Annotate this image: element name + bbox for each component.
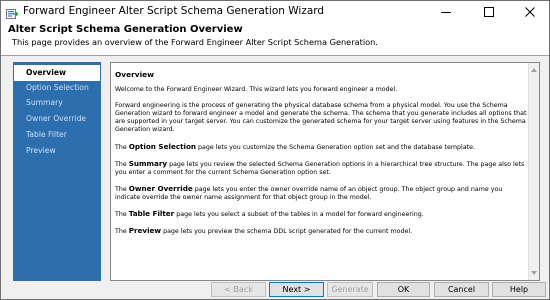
nav-item-option-selection[interactable]: Option Selection (14, 81, 100, 95)
close-button[interactable] (515, 1, 545, 23)
wizard-nav-sidebar: Overview Option Selection Summary Owner … (13, 62, 101, 281)
nav-item-overview[interactable]: Overview (14, 65, 100, 81)
nav-item-table-filter[interactable]: Table Filter (14, 128, 100, 142)
nav-item-summary[interactable]: Summary (14, 96, 100, 110)
maximize-icon (484, 7, 494, 17)
option-selection-paragraph: The Option Selection page lets you custo… (115, 141, 475, 151)
overview-text: Overview Welcome to the Forward Engineer… (115, 70, 529, 244)
minimize-button[interactable] (431, 1, 461, 23)
wizard-header: Alter Script Schema Generation Overview … (1, 23, 549, 56)
ok-button[interactable]: OK (377, 282, 430, 297)
table-filter-paragraph: The Table Filter page lets you select a … (115, 209, 424, 219)
generate-button[interactable]: Generate (327, 282, 373, 297)
minimize-icon (441, 7, 451, 17)
overview-heading: Overview (115, 70, 154, 79)
nav-item-owner-override[interactable]: Owner Override (14, 112, 100, 126)
cancel-button[interactable]: Cancel (434, 282, 489, 297)
overview-content-panel[interactable]: Overview Welcome to the Forward Engineer… (110, 62, 540, 281)
window-title: Forward Engineer Alter Script Schema Gen… (23, 5, 325, 17)
summary-paragraph: The Summary page lets you review the sel… (115, 158, 525, 176)
wizard-window: Forward Engineer Alter Script Schema Gen… (0, 0, 550, 300)
back-button[interactable]: < Back (211, 282, 266, 297)
scroll-down-arrow-icon[interactable] (531, 271, 537, 275)
preview-paragraph: The Preview page lets you preview the sc… (115, 226, 413, 236)
title-bar[interactable]: Forward Engineer Alter Script Schema Gen… (1, 1, 549, 23)
maximize-button[interactable] (474, 1, 504, 23)
forward-engineer-icon (6, 5, 19, 19)
vertical-scrollbar[interactable] (528, 63, 539, 280)
forward-engineering-paragraph: Forward engineering is the process of ge… (115, 102, 527, 134)
page-subtitle: This page provides an overview of the Fo… (12, 37, 378, 47)
page-title: Alter Script Schema Generation Overview (8, 24, 243, 35)
wizard-button-bar: < Back Next > Generate OK Cancel Help (1, 282, 549, 299)
welcome-paragraph: Welcome to the Forward Engineer Wizard. … (115, 86, 398, 94)
help-button[interactable]: Help (492, 282, 546, 297)
nav-item-preview[interactable]: Preview (14, 144, 100, 158)
owner-override-paragraph: The Owner Override page lets you enter t… (115, 183, 503, 201)
next-button[interactable]: Next > (269, 282, 324, 297)
close-icon (525, 7, 535, 17)
scroll-up-arrow-icon[interactable] (531, 68, 537, 72)
